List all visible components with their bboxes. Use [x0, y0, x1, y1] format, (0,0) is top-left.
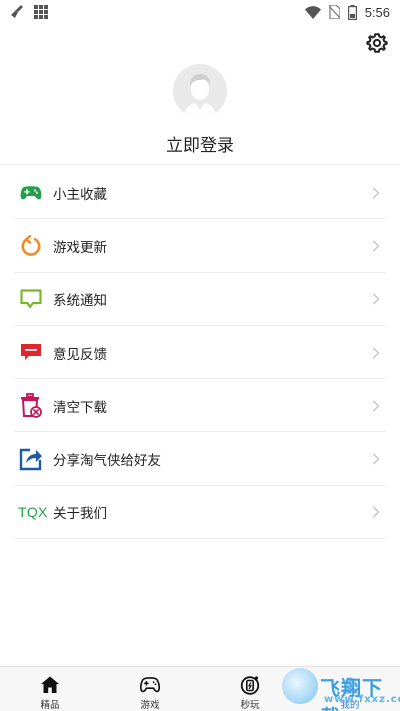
menu-item-label: 意见反馈: [53, 346, 107, 363]
menu-item-notifications[interactable]: 系统通知: [0, 273, 400, 326]
watermark-logo: [282, 668, 318, 704]
no-sim-icon: [328, 5, 340, 19]
tqx-logo-icon: TQX: [18, 499, 48, 525]
divider: [0, 164, 400, 165]
menu-item-feedback[interactable]: 意见反馈: [0, 326, 400, 380]
grid-icon: [34, 5, 48, 19]
trash-icon: [18, 392, 44, 419]
tqx-logo-text: TQX: [18, 504, 48, 521]
tab-featured[interactable]: 精品: [10, 667, 90, 711]
message-icon: [18, 286, 44, 312]
gamepad-icon: [18, 180, 44, 206]
chevron-right-icon: [373, 400, 380, 412]
instant-play-icon: [240, 676, 260, 695]
menu-item-label: 分享淘气侠给好友: [53, 453, 161, 470]
gear-icon[interactable]: [366, 32, 388, 54]
home-icon: [41, 676, 59, 693]
watermark-url: www.fxxz.com: [324, 694, 400, 705]
divider: [14, 538, 386, 540]
chat-bubble-icon: [18, 340, 44, 366]
login-link[interactable]: 立即登录: [0, 131, 400, 156]
chevron-right-icon: [373, 240, 380, 252]
chevron-right-icon: [373, 506, 380, 518]
menu-item-about[interactable]: TQX 关于我们: [0, 486, 400, 540]
menu-item-label: 清空下载: [53, 399, 107, 416]
tab-label: 游戏: [140, 700, 160, 711]
wifi-icon: [304, 5, 321, 19]
tab-label: 精品: [40, 700, 60, 711]
status-time: 5:56: [364, 4, 390, 20]
default-user-avatar: [173, 64, 227, 118]
watermark: 飞翔下载 www.fxxz.com: [280, 664, 400, 711]
menu-item-label: 系统通知: [53, 293, 107, 310]
menu-list: 小主收藏 游戏更新 系统通知 意见反馈 清空下载 分享淘气侠给好友 TQX 关于…: [0, 166, 400, 540]
refresh-icon: [18, 233, 44, 259]
menu-item-share[interactable]: 分享淘气侠给好友: [0, 432, 400, 486]
share-icon: [18, 446, 44, 472]
tab-label: 秒玩: [240, 700, 260, 711]
menu-item-favorites[interactable]: 小主收藏: [0, 166, 400, 220]
menu-item-clear-downloads[interactable]: 清空下载: [0, 379, 400, 433]
tab-games[interactable]: 游戏: [110, 667, 190, 711]
battery-icon: [347, 4, 357, 20]
broom-icon: [11, 5, 23, 18]
chevron-right-icon: [373, 453, 380, 465]
chevron-right-icon: [373, 293, 380, 305]
watermark-text: 飞翔下载: [320, 676, 383, 711]
tab-instant-play[interactable]: 秒玩: [210, 667, 290, 711]
chevron-right-icon: [373, 187, 380, 199]
menu-item-game-updates[interactable]: 游戏更新: [0, 219, 400, 273]
menu-item-label: 关于我们: [53, 506, 107, 523]
gamepad-icon: [140, 677, 160, 693]
avatar[interactable]: [173, 64, 227, 118]
chevron-right-icon: [373, 347, 380, 359]
menu-item-label: 小主收藏: [53, 186, 107, 203]
menu-item-label: 游戏更新: [53, 239, 107, 256]
status-bar: 5:56: [0, 0, 400, 24]
